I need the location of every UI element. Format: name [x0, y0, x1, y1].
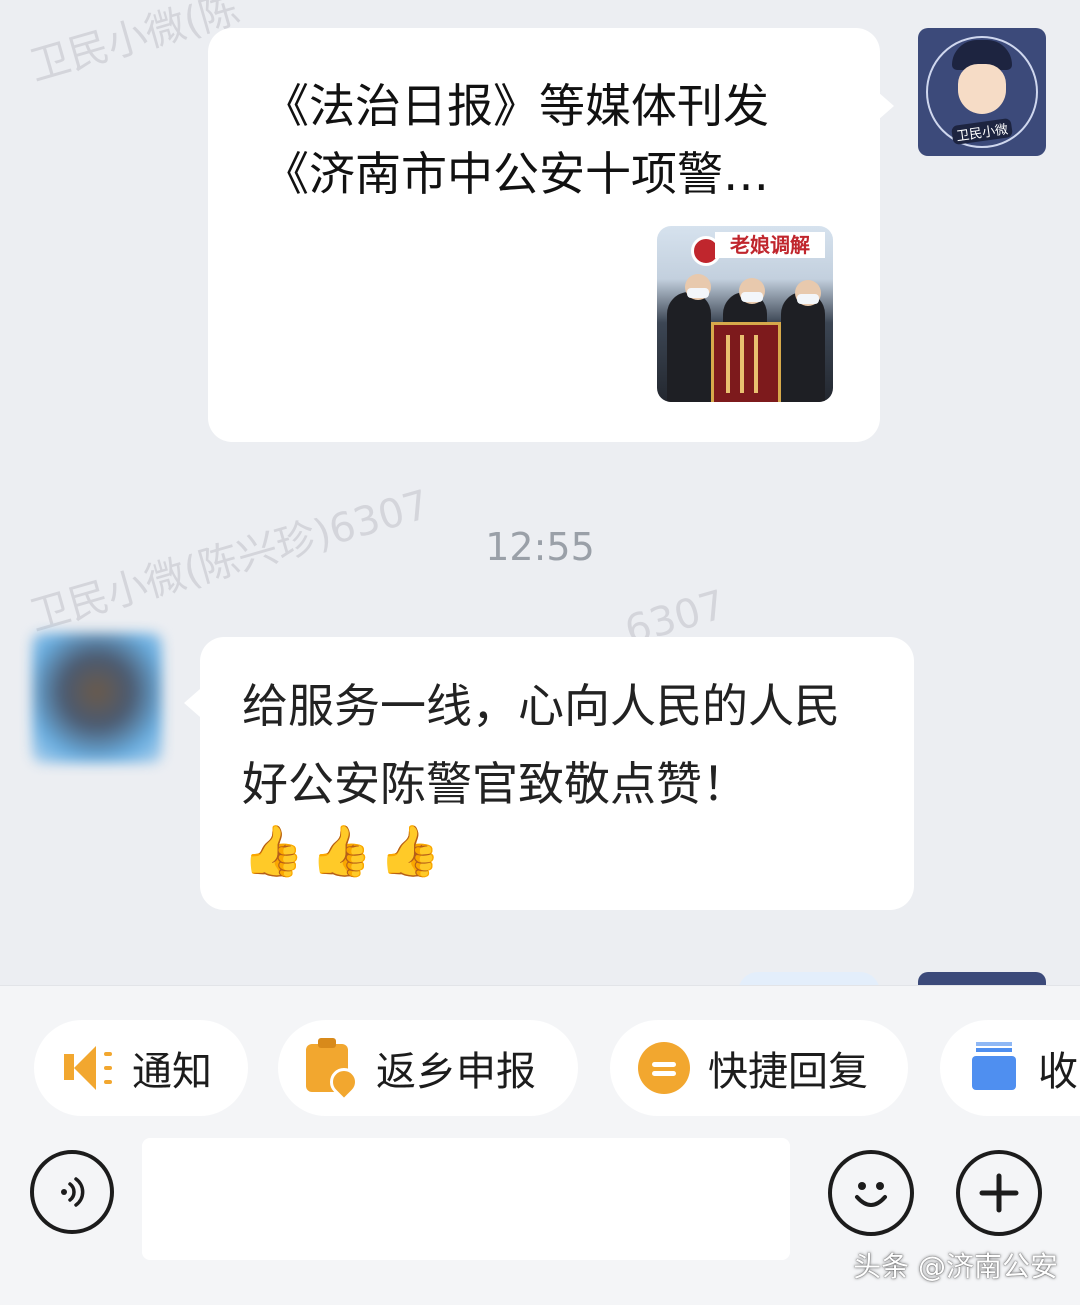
self-avatar[interactable]: 卫民小微 [918, 28, 1046, 156]
article-title: 《法治日报》等媒体刊发 《济南市中公安十项警… [263, 72, 853, 208]
plus-icon [979, 1173, 1019, 1213]
chip-label: 收 [1038, 1049, 1078, 1095]
thumbnail-sign: 老娘调解 [715, 232, 825, 258]
message-input[interactable] [142, 1138, 790, 1260]
chip-label: 返乡申报 [376, 1049, 536, 1095]
article-thumbnail[interactable]: 老娘调解 [657, 226, 833, 402]
voice-wave-icon [61, 1177, 85, 1207]
megaphone-icon [62, 1042, 114, 1094]
more-button[interactable] [956, 1150, 1042, 1236]
sender-avatar[interactable] [32, 633, 162, 763]
face-mask [687, 288, 709, 298]
person-figure [667, 292, 711, 402]
message-timestamp: 12:55 [485, 525, 595, 569]
face-mask [797, 294, 819, 304]
article-card-bubble[interactable]: 《法治日报》等媒体刊发 《济南市中公安十项警… 老娘调解 [208, 28, 894, 442]
thumbs-up-emoji: 👍👍👍 [242, 822, 447, 880]
chat-bubble-icon [638, 1042, 690, 1094]
quick-action-bar: 通知 返乡申报 快捷回复 收 [0, 1020, 1080, 1116]
clipboard-location-icon [306, 1038, 348, 1092]
chip-return-report[interactable]: 返乡申报 [278, 1020, 578, 1116]
chip-collect[interactable]: 收 [940, 1020, 1080, 1116]
partial-avatar [918, 972, 1046, 985]
input-panel: 通知 返乡申报 快捷回复 收 头条 @济南公安 [0, 985, 1080, 1305]
emoji-button[interactable] [828, 1150, 914, 1236]
chip-label: 通知 [132, 1049, 212, 1095]
chat-area: 卫民小微(陈 卫民小微(陈兴珍)6307 6307 《法治日报》等媒体刊发 《济… [0, 0, 1080, 985]
chip-notice[interactable]: 通知 [34, 1020, 248, 1116]
source-watermark: 头条 @济南公安 [853, 1250, 1058, 1283]
article-title-line-1: 《法治日报》等媒体刊发 [263, 79, 769, 133]
cartoon-face [958, 64, 1006, 114]
chip-label: 快捷回复 [708, 1049, 868, 1095]
partial-bubble [738, 972, 880, 985]
message-text: 给服务一线，心向人民的人民好公安陈警官致敬点赞！ [242, 679, 840, 811]
chip-quick-reply[interactable]: 快捷回复 [610, 1020, 908, 1116]
person-figure [781, 292, 825, 402]
article-title-line-2: 《济南市中公安十项警… [263, 147, 769, 201]
voice-button[interactable] [30, 1150, 114, 1234]
honor-banner [711, 322, 781, 402]
face-mask [741, 292, 763, 302]
stack-icon [968, 1042, 1020, 1094]
smiley-icon [855, 1182, 887, 1207]
incoming-message-bubble[interactable]: 给服务一线，心向人民的人民好公安陈警官致敬点赞！ 👍👍👍 [184, 637, 914, 910]
